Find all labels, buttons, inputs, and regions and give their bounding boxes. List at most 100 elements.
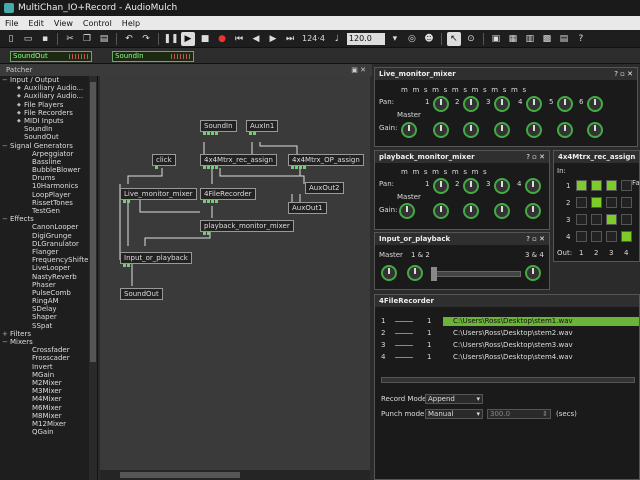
tree-category[interactable]: Input / Output bbox=[0, 76, 97, 84]
node-mtrx-op-assign[interactable]: 4x4Mtrx_OP_assign bbox=[288, 154, 364, 169]
layout-icon[interactable]: ▥ bbox=[523, 32, 537, 46]
metronome-icon[interactable]: ♩ bbox=[330, 32, 344, 46]
recorder-row[interactable]: 2 1 C:\Users\Ross\Desktop\stem2.wav bbox=[381, 329, 639, 339]
tree-item[interactable]: CanonLooper bbox=[0, 223, 97, 231]
back-icon[interactable]: ◀ bbox=[249, 32, 263, 46]
bpm-spinner-icon[interactable]: ▾ bbox=[388, 32, 402, 46]
tree-category[interactable]: Signal Generators bbox=[0, 142, 97, 150]
matrix-cell[interactable] bbox=[591, 214, 602, 225]
matrix-cell[interactable] bbox=[621, 231, 632, 242]
master-gain-knob[interactable] bbox=[401, 122, 417, 138]
pan-knob[interactable] bbox=[557, 96, 573, 112]
paste-icon[interactable]: ▤ bbox=[97, 32, 111, 46]
matrix-cell[interactable] bbox=[576, 197, 587, 208]
crossfade-slider-handle[interactable] bbox=[431, 267, 437, 281]
soundout-strip[interactable]: SoundOut bbox=[10, 51, 92, 62]
play-icon[interactable]: ▶ bbox=[181, 31, 195, 46]
panel-window-controls[interactable]: ? ▫ ✕ bbox=[526, 233, 545, 245]
gain-knob[interactable] bbox=[525, 203, 541, 219]
menu-control[interactable]: Control bbox=[78, 19, 117, 28]
recorder-row[interactable]: 3 1 C:\Users\Ross\Desktop\stem3.wav bbox=[381, 341, 639, 351]
row-level-slider[interactable] bbox=[395, 333, 413, 334]
node-live-monitor-mixer[interactable]: Live_monitor_mixer bbox=[120, 188, 197, 203]
scroll-thumb[interactable] bbox=[120, 472, 240, 478]
help-icon[interactable]: ? bbox=[574, 32, 588, 46]
menu-view[interactable]: View bbox=[49, 19, 78, 28]
save-icon[interactable]: ▪ bbox=[38, 32, 52, 46]
matrix-cell[interactable] bbox=[591, 180, 602, 191]
tree-item[interactable]: Phaser bbox=[0, 281, 97, 289]
cut-icon[interactable]: ✂ bbox=[63, 32, 77, 46]
list-icon[interactable]: ▤ bbox=[557, 32, 571, 46]
position-slider[interactable] bbox=[381, 377, 635, 383]
matrix-cell[interactable] bbox=[591, 197, 602, 208]
soundin-strip[interactable]: SoundIn bbox=[112, 51, 194, 62]
tree-item[interactable]: MGain bbox=[0, 371, 97, 379]
gain-knob[interactable] bbox=[433, 203, 449, 219]
master-gain-knob[interactable] bbox=[381, 265, 397, 281]
tree-item[interactable]: Arpeggiator bbox=[0, 150, 97, 158]
sync-icon[interactable]: ◎ bbox=[405, 32, 419, 46]
tree-item[interactable]: DLGranulator bbox=[0, 240, 97, 248]
gain-knob[interactable] bbox=[494, 203, 510, 219]
matrix-cell[interactable] bbox=[576, 231, 587, 242]
tree-item[interactable]: RingAM bbox=[0, 297, 97, 305]
pan-knob[interactable] bbox=[463, 178, 479, 194]
gain-knob[interactable] bbox=[463, 122, 479, 138]
gain-knob[interactable] bbox=[494, 122, 510, 138]
gain-knob[interactable] bbox=[526, 122, 542, 138]
tree-item[interactable]: QGain bbox=[0, 428, 97, 436]
audio-icon[interactable]: ☻ bbox=[422, 32, 436, 46]
tree-item[interactable]: NastyReverb bbox=[0, 273, 97, 281]
gain-knob[interactable] bbox=[433, 122, 449, 138]
tree-subcategory[interactable]: Auxiliary Audio... bbox=[0, 92, 97, 100]
node-playback-monitor-mixer[interactable]: playback_monitor_mixer bbox=[200, 220, 294, 235]
node-soundout[interactable]: SoundOut bbox=[120, 288, 163, 300]
menu-file[interactable]: File bbox=[0, 19, 23, 28]
forward-icon[interactable]: ▶ bbox=[266, 32, 280, 46]
tree-item[interactable]: SDelay bbox=[0, 305, 97, 313]
row-level-slider[interactable] bbox=[395, 321, 413, 322]
tree-item[interactable]: SoundOut bbox=[0, 133, 97, 141]
file-path[interactable]: C:\Users\Ross\Desktop\stem4.wav bbox=[443, 353, 639, 362]
pointer-tool-icon[interactable]: ↖ bbox=[446, 31, 461, 46]
redo-icon[interactable]: ↷ bbox=[139, 32, 153, 46]
pan-knob[interactable] bbox=[587, 96, 603, 112]
punch-mode-select[interactable]: Manual ▾ bbox=[425, 409, 483, 419]
matrix-cell[interactable] bbox=[606, 231, 617, 242]
patcher-canvas[interactable]: SoundIn AuxIn1 click 4x4Mtrx_rec_assign … bbox=[100, 76, 370, 480]
recorder-row[interactable]: 4 1 C:\Users\Ross\Desktop\stem4.wav bbox=[381, 353, 639, 363]
pan-knob[interactable] bbox=[494, 178, 510, 194]
pan-knob[interactable] bbox=[433, 178, 449, 194]
menu-help[interactable]: Help bbox=[117, 19, 145, 28]
matrix-cell[interactable] bbox=[621, 180, 632, 191]
tree-item[interactable]: TestGen bbox=[0, 207, 97, 215]
node-click[interactable]: click bbox=[152, 154, 176, 169]
tree-item[interactable]: M2Mixer bbox=[0, 379, 97, 387]
patch-tool-icon[interactable]: ⊙ bbox=[464, 32, 478, 46]
tree-item[interactable]: BubbleBlower bbox=[0, 166, 97, 174]
tree-category[interactable]: Filters bbox=[0, 330, 97, 338]
panel-window-controls[interactable]: ? ▫ ✕ bbox=[526, 151, 545, 163]
tree-subcategory[interactable]: File Players bbox=[0, 101, 97, 109]
tree-item[interactable]: Crossfader bbox=[0, 346, 97, 354]
undo-icon[interactable]: ↶ bbox=[122, 32, 136, 46]
tree-item[interactable]: Shaper bbox=[0, 313, 97, 321]
node-auxout1[interactable]: AuxOut1 bbox=[288, 202, 327, 214]
tree-item[interactable]: M4Mixer bbox=[0, 395, 97, 403]
copy-icon[interactable]: ❐ bbox=[80, 32, 94, 46]
node-4filerecorder[interactable]: 4FileRecorder bbox=[200, 188, 256, 203]
node-auxout2[interactable]: AuxOut2 bbox=[305, 182, 344, 194]
menu-edit[interactable]: Edit bbox=[23, 19, 49, 28]
scroll-thumb[interactable] bbox=[90, 82, 96, 362]
file-path[interactable]: C:\Users\Ross\Desktop\stem2.wav bbox=[443, 329, 639, 338]
tree-item[interactable]: Drums bbox=[0, 174, 97, 182]
tree-item[interactable]: FrequencyShifter bbox=[0, 256, 97, 264]
tree-item[interactable]: PulseComb bbox=[0, 289, 97, 297]
canvas-hscrollbar[interactable] bbox=[100, 470, 370, 480]
matrix-cell[interactable] bbox=[576, 214, 587, 225]
tree-item[interactable]: RissetTones bbox=[0, 199, 97, 207]
gain-knob[interactable] bbox=[463, 203, 479, 219]
row-level-slider[interactable] bbox=[395, 357, 413, 358]
tree-item[interactable]: SoundIn bbox=[0, 125, 97, 133]
